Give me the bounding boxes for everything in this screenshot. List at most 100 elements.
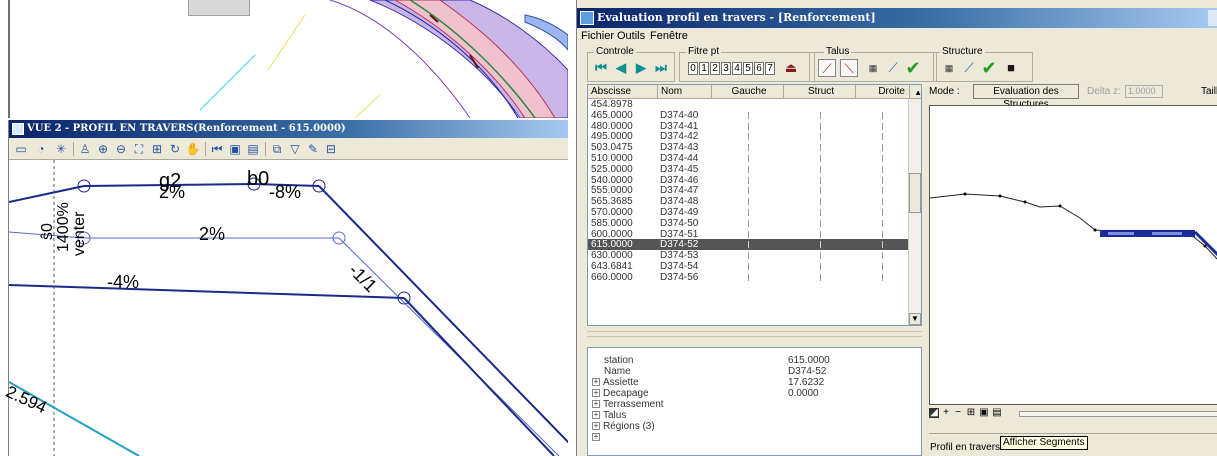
first-station-button[interactable]: ⏮ <box>594 61 608 75</box>
titlebar-control-area[interactable] <box>1208 10 1217 26</box>
lights-icon[interactable]: ✳ <box>53 141 69 157</box>
column-gauche[interactable]: Gauche <box>712 85 784 99</box>
cross-section-view[interactable]: VUE 2 - PROFIL EN TRAVERS(Renforcement -… <box>3 120 568 456</box>
property-row[interactable]: + Terrassement <box>588 399 921 410</box>
grid-icon[interactable]: ⊞ <box>966 408 976 418</box>
list-row[interactable]: 495.0000 D374-42 <box>588 131 910 142</box>
scroll-up-arrow-icon[interactable]: ▲ <box>914 86 921 100</box>
list-row-selected[interactable]: 615.0000 D374-52 <box>588 239 910 250</box>
slope-right-icon[interactable]: ⟍ <box>840 59 858 77</box>
add-icon[interactable]: + <box>941 408 951 418</box>
filter-digit-5[interactable]: 5 <box>743 62 753 75</box>
clip-volume-icon[interactable]: ⧉ <box>269 141 285 157</box>
rotate-view-icon[interactable]: ↻ <box>167 141 183 157</box>
expand-plus-icon[interactable]: + <box>592 378 600 387</box>
scroll-down-arrow-icon[interactable]: ▼ <box>909 313 921 325</box>
list-row[interactable]: 660.0000 D374-56 <box>588 272 910 283</box>
segment-icon[interactable]: ◢ <box>929 408 939 418</box>
list-row[interactable]: 465.0000 D374-40 <box>588 110 910 121</box>
zoom-out-icon[interactable]: ⊖ <box>113 141 129 157</box>
pan-icon[interactable]: ✋ <box>185 141 201 157</box>
last-station-button[interactable]: ⏭ <box>654 61 668 75</box>
scrollbar-thumb[interactable] <box>909 173 921 213</box>
filter-digit-0[interactable]: 0 <box>688 62 698 75</box>
list-scrollbar[interactable]: ▼ <box>908 99 921 325</box>
copy-view-icon[interactable]: ▤ <box>245 141 261 157</box>
cad-workspace[interactable]: VUE 2 - PROFIL EN TRAVERS(Renforcement -… <box>0 0 568 456</box>
properties-tree[interactable]: station 615.0000 Name D374-52 + Assiette 17.… <box>587 347 922 456</box>
render-icon[interactable]: ✎ <box>305 141 321 157</box>
list-row[interactable]: 540.0000 D374-46 <box>588 175 910 186</box>
menu-outils[interactable]: Outils <box>617 28 645 44</box>
view-previous-icon[interactable]: ⏮ <box>209 141 225 157</box>
list-row[interactable]: 565.3685 D374-48 <box>588 196 910 207</box>
filter-digit-4[interactable]: 4 <box>732 62 742 75</box>
menu-fichier[interactable]: Fichier <box>581 28 614 44</box>
expand-plus-icon[interactable]: + <box>592 433 600 442</box>
list-row[interactable]: 570.0000 D374-49 <box>588 207 910 218</box>
plan-view[interactable] <box>0 0 568 118</box>
filter-digit-2[interactable]: 2 <box>710 62 720 75</box>
column-struct[interactable]: Struct <box>784 85 856 99</box>
check-structure-icon[interactable]: ✔ <box>980 59 998 77</box>
view-titlebar[interactable]: VUE 2 - PROFIL EN TRAVERS(Renforcement -… <box>9 120 568 138</box>
property-row[interactable]: + Régions (3) <box>588 421 921 432</box>
evaluation-window[interactable]: Evaluation profil en travers - [Renforce… <box>576 0 1217 456</box>
column-abscisse[interactable]: Abscisse <box>588 85 658 99</box>
window-titlebar[interactable]: Evaluation profil en travers - [Renforce… <box>577 8 1217 28</box>
ptr-ptg-icon[interactable]: ▦ <box>940 59 958 77</box>
profile-preview[interactable] <box>929 105 1217 405</box>
previous-station-button[interactable]: ◀ <box>614 61 628 75</box>
property-row[interactable]: + Talus <box>588 410 921 421</box>
zoom-in-icon[interactable]: ⊕ <box>95 141 111 157</box>
list-row[interactable]: 630.0000 D374-53 <box>588 250 910 261</box>
delta-z-input[interactable]: 1.0000 <box>1125 85 1163 98</box>
view-attributes-icon[interactable]: ◔ <box>33 141 49 157</box>
list-row[interactable]: 510.0000 D374-44 <box>588 153 910 164</box>
station-list[interactable]: Abscisse Nom Gauche Struct Droite ▲ 454.… <box>587 84 922 326</box>
levels-icon[interactable]: ⊟ <box>323 141 339 157</box>
expand-plus-icon[interactable]: + <box>592 422 600 431</box>
filter-digit-6[interactable]: 6 <box>754 62 764 75</box>
list-row[interactable]: 555.0000 D374-47 <box>588 185 910 196</box>
fit-all-icon[interactable]: ▤ <box>992 408 1002 418</box>
next-station-button[interactable]: ▶ <box>634 61 648 75</box>
window-area-icon[interactable]: ⊞ <box>149 141 165 157</box>
property-row[interactable]: Name D374-52 <box>588 366 921 377</box>
list-row[interactable]: 503.0475 D374-43 <box>588 142 910 153</box>
display-mode-icon[interactable]: ▭ <box>13 141 29 157</box>
list-row[interactable]: 454.8978 <box>588 99 910 110</box>
filter-digit-1[interactable]: 1 <box>699 62 709 75</box>
column-droite[interactable]: Droite <box>856 85 910 99</box>
filter-digit-7[interactable]: 7 <box>765 62 775 75</box>
mode-button[interactable]: Evaluation des Structures <box>973 84 1079 110</box>
pane-splitter[interactable] <box>587 331 922 337</box>
view-next-icon[interactable]: ▣ <box>227 141 243 157</box>
list-row[interactable]: 480.0000 D374-41 <box>588 121 910 132</box>
preview-slider[interactable] <box>1019 411 1217 417</box>
brush-icon[interactable]: ♙ <box>77 141 93 157</box>
column-nom[interactable]: Nom <box>658 85 712 99</box>
cross-section-canvas[interactable]: g2 2% b0 -8% 2% -4% -1/1 ŝ0 1400% venter… <box>3 160 568 456</box>
list-row[interactable]: 585.0000 D374-50 <box>588 218 910 229</box>
expand-plus-icon[interactable]: + <box>592 411 600 420</box>
property-row[interactable]: + Decapage 0.0000 <box>588 388 921 399</box>
property-row[interactable]: + <box>588 432 921 443</box>
check-talus-icon[interactable]: ✔ <box>904 59 922 77</box>
camera-icon[interactable]: ▽ <box>287 141 303 157</box>
list-row[interactable]: 643.6841 D374-54 <box>588 261 910 272</box>
zoom-window-icon[interactable]: ▣ <box>979 408 989 418</box>
filter-digit-3[interactable]: 3 <box>721 62 731 75</box>
property-row[interactable]: + Assiette 17.6232 <box>588 377 921 388</box>
property-row[interactable]: station 615.0000 <box>588 355 921 366</box>
expand-plus-icon[interactable]: + <box>592 389 600 398</box>
list-row[interactable]: 600.0000 D374-51 <box>588 229 910 240</box>
menu-fenetre[interactable]: Fenêtre <box>650 28 688 44</box>
slope-left-icon[interactable]: ⟋ <box>818 59 836 77</box>
draw-structure-icon[interactable]: ⟋ <box>960 59 978 77</box>
list-row[interactable]: 525.0000 D374-45 <box>588 164 910 175</box>
save-icon[interactable]: ■ <box>1002 59 1020 77</box>
remove-icon[interactable]: − <box>953 408 963 418</box>
filter-apply-icon[interactable]: ⏏ <box>782 59 800 77</box>
fit-view-icon[interactable]: ⛶ <box>131 141 147 157</box>
